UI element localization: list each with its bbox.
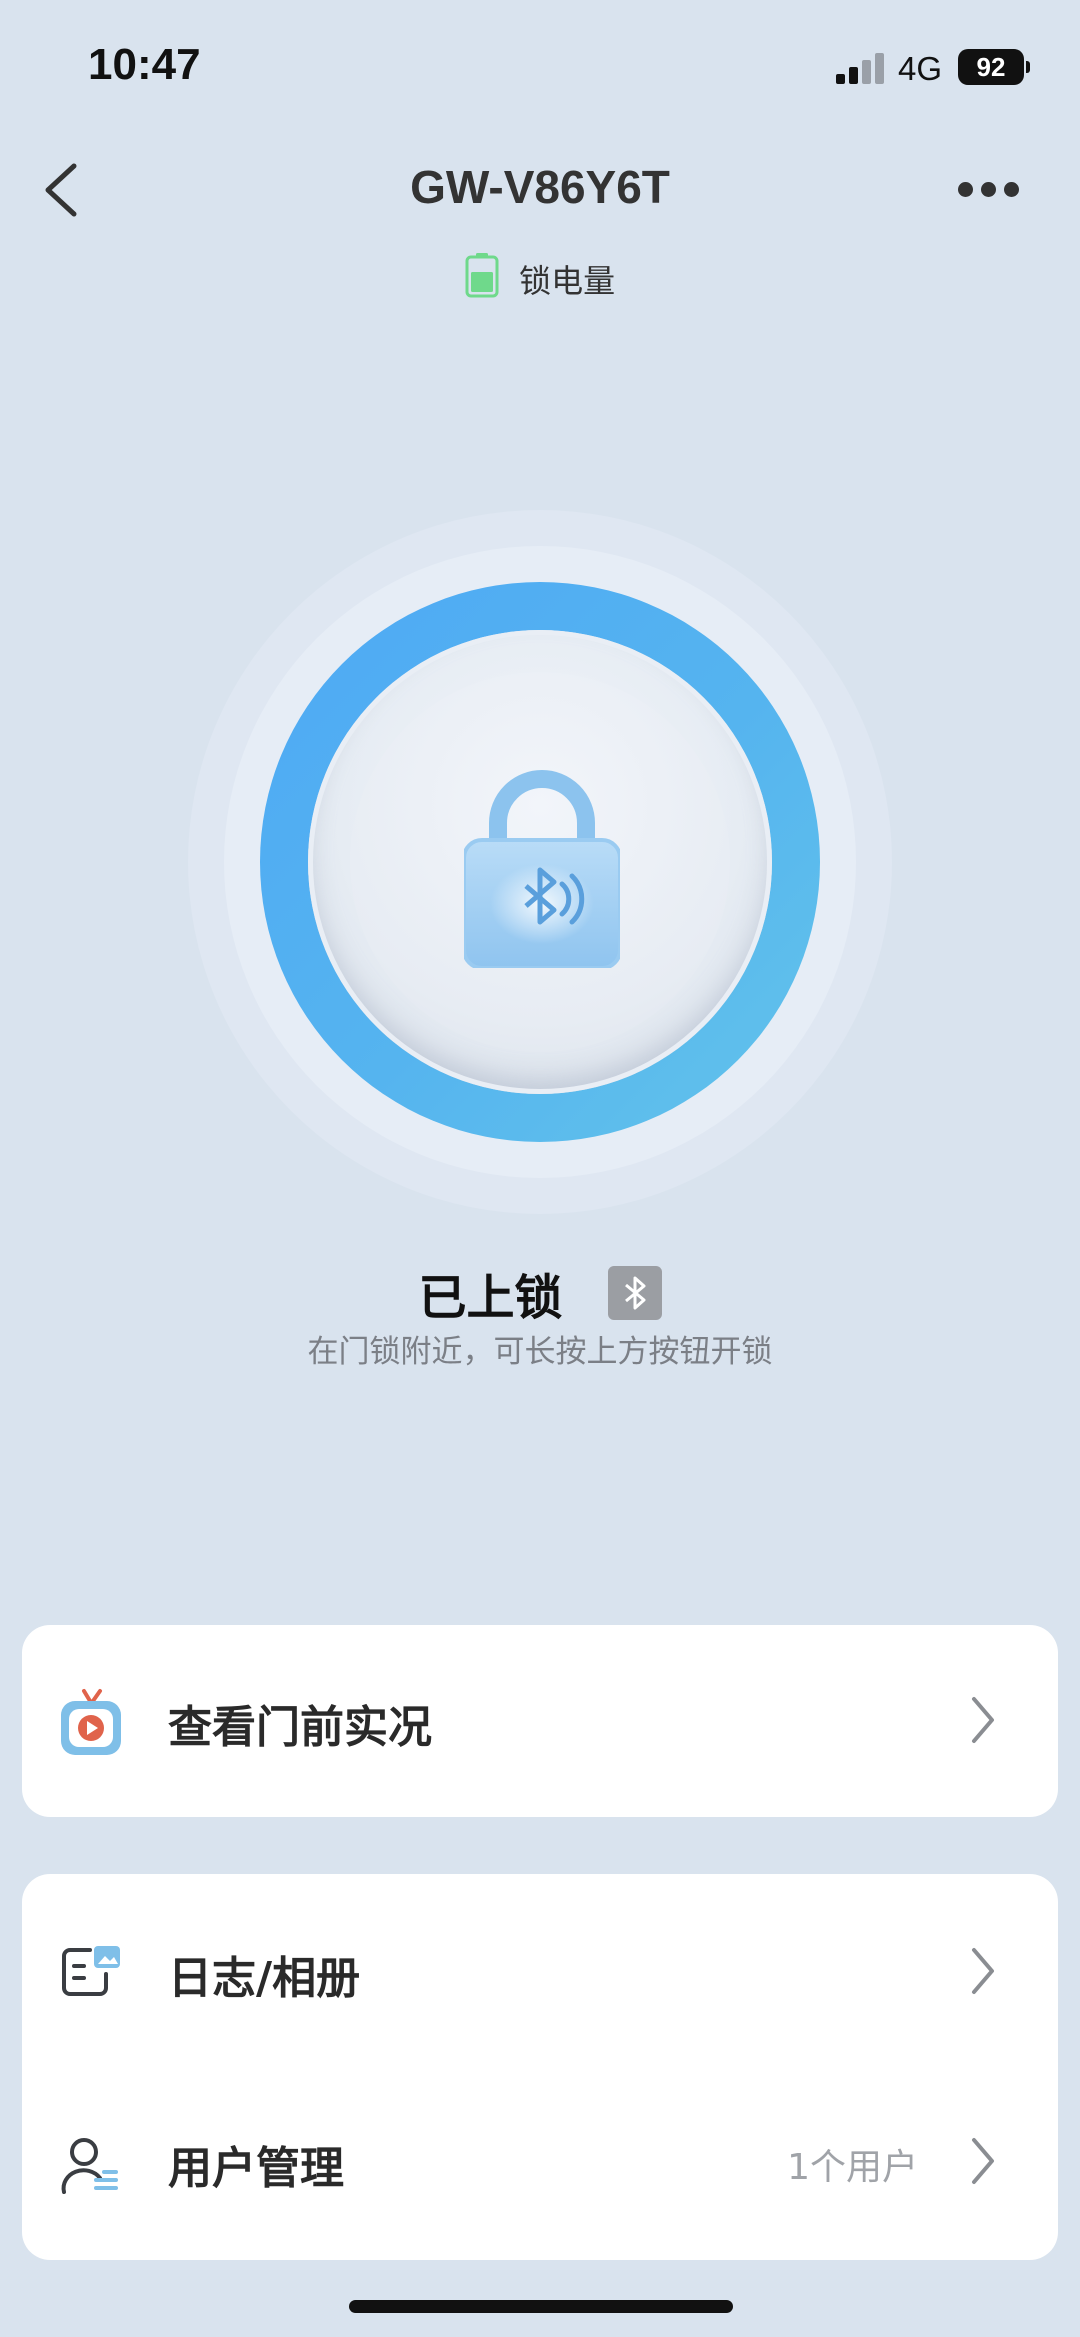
users-count: 1个用户	[787, 2147, 918, 2188]
log-album-icon	[60, 1942, 122, 2002]
unlock-hint: 在门锁附近，可长按上方按钮开锁	[307, 1334, 773, 1370]
network-type: 4G	[898, 50, 943, 87]
bluetooth-icon	[624, 1276, 646, 1310]
battery-indicator: 锁电量	[0, 252, 1080, 306]
lock-button[interactable]	[188, 510, 892, 1214]
user-manage-icon	[60, 2136, 122, 2200]
bluetooth-padlock-icon	[464, 770, 620, 968]
battery-icon	[465, 252, 499, 306]
users-label: 用户管理	[168, 2143, 344, 2194]
live-view-row[interactable]: 查看门前实况	[22, 1625, 1058, 1817]
status-battery: 92	[958, 49, 1030, 85]
battery-label: 锁电量	[519, 262, 616, 300]
home-indicator[interactable]	[349, 2300, 733, 2313]
tv-play-icon	[60, 1687, 122, 1763]
live-view-card: 查看门前实况	[22, 1625, 1058, 1817]
more-dots-icon	[958, 182, 973, 197]
users-row[interactable]: 用户管理 1个用户	[22, 2068, 1058, 2260]
chevron-right-icon	[972, 2138, 994, 2184]
settings-card: 日志/相册 用户管理 1个用户	[22, 1874, 1058, 2260]
bluetooth-badge	[607, 1266, 662, 1320]
logs-label: 日志/相册	[168, 1953, 361, 2004]
chevron-right-icon	[972, 1697, 994, 1743]
logs-row[interactable]: 日志/相册	[22, 1874, 1058, 2066]
status-bar: 10:47 4G 92	[0, 0, 1080, 130]
more-button[interactable]	[954, 170, 1024, 210]
status-time: 10:47	[88, 40, 201, 89]
lock-status: 已上锁	[0, 1258, 1080, 1328]
signal-icon	[836, 52, 886, 84]
live-view-label: 查看门前实况	[168, 1702, 432, 1753]
page-title: GW-V86Y6T	[410, 161, 670, 213]
chevron-right-icon	[972, 1948, 994, 1994]
lock-status-text: 已上锁	[418, 1270, 563, 1326]
